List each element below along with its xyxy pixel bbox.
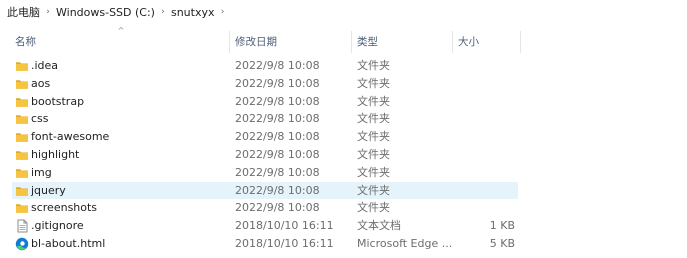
breadcrumb: 此电脑 › Windows-SSD (C:) › snutxyx › <box>0 0 687 24</box>
file-name: bl-about.html <box>31 236 106 250</box>
file-size <box>447 199 515 217</box>
file-modified-date: 2022/9/8 10:08 <box>235 165 320 179</box>
edge-html-icon <box>15 237 29 251</box>
file-size <box>447 57 515 75</box>
file-row[interactable]: screenshots 2022/9/8 10:08 文件夹 <box>0 199 687 217</box>
file-size <box>447 182 515 200</box>
file-row[interactable]: highlight 2022/9/8 10:08 文件夹 <box>0 146 687 164</box>
file-modified-date: 2022/9/8 10:08 <box>235 183 320 197</box>
folder-icon <box>15 201 29 215</box>
file-list: .idea 2022/9/8 10:08 文件夹 aos 2022/9/8 10:08 文… <box>0 57 687 253</box>
file-name: aos <box>31 76 51 90</box>
file-name: .gitignore <box>31 219 84 233</box>
text-file-icon <box>15 219 29 233</box>
file-type: 文件夹 <box>357 183 390 197</box>
folder-icon <box>15 112 29 126</box>
column-header-name[interactable]: 名称 <box>9 28 229 56</box>
file-modified-date: 2022/9/8 10:08 <box>235 147 320 161</box>
file-size <box>447 110 515 128</box>
file-modified-date: 2018/10/10 16:11 <box>235 219 334 233</box>
file-type: 文件夹 <box>357 94 390 108</box>
file-size: 1 KB <box>489 219 515 233</box>
file-modified-date: 2022/9/8 10:08 <box>235 130 320 144</box>
file-row[interactable]: aos 2022/9/8 10:08 文件夹 <box>0 75 687 93</box>
file-row[interactable]: bl-about.html 2018/10/10 16:11 Microsoft E… <box>0 235 687 253</box>
column-header-type[interactable]: 类型 <box>351 28 452 56</box>
file-row[interactable]: font-awesome 2022/9/8 10:08 文件夹 <box>0 128 687 146</box>
file-type: Microsoft Edge ... <box>357 236 453 250</box>
file-type: 文件夹 <box>357 130 390 144</box>
folder-icon <box>15 77 29 91</box>
file-row[interactable]: .gitignore 2018/10/10 16:11 文本文档 1 KB <box>0 217 687 235</box>
folder-icon <box>15 130 29 144</box>
file-row[interactable]: css 2022/9/8 10:08 文件夹 <box>0 110 687 128</box>
file-type: 文件夹 <box>357 76 390 90</box>
breadcrumb-this-pc[interactable]: 此电脑 <box>5 4 42 20</box>
file-modified-date: 2018/10/10 16:11 <box>235 236 334 250</box>
file-type: 文件夹 <box>357 147 390 161</box>
file-row[interactable]: img 2022/9/8 10:08 文件夹 <box>0 164 687 182</box>
file-size: 5 KB <box>489 236 515 250</box>
column-header-bar: ^ 名称 修改日期 类型 大小 <box>0 26 687 56</box>
file-name: bootstrap <box>31 94 85 108</box>
file-size <box>447 93 515 111</box>
file-modified-date: 2022/9/8 10:08 <box>235 59 320 72</box>
file-row[interactable]: .idea 2022/9/8 10:08 文件夹 <box>0 57 687 75</box>
file-name: css <box>31 112 49 126</box>
file-modified-date: 2022/9/8 10:08 <box>235 201 320 215</box>
folder-icon <box>15 184 29 198</box>
folder-icon <box>15 166 29 180</box>
file-row[interactable]: bootstrap 2022/9/8 10:08 文件夹 <box>0 93 687 111</box>
breadcrumb-folder[interactable]: snutxyx <box>169 6 217 19</box>
file-name: img <box>31 165 52 179</box>
folder-icon <box>15 59 29 73</box>
chevron-right-icon[interactable]: › <box>157 7 169 17</box>
chevron-right-icon[interactable]: › <box>42 7 54 17</box>
folder-icon <box>15 95 29 109</box>
file-name: screenshots <box>31 201 98 215</box>
chevron-right-icon[interactable]: › <box>217 7 229 17</box>
file-size <box>447 164 515 182</box>
file-type: 文件夹 <box>357 112 390 126</box>
column-header-modified[interactable]: 修改日期 <box>229 28 351 56</box>
file-name: font-awesome <box>31 130 110 144</box>
file-type: 文件夹 <box>357 201 390 215</box>
folder-icon <box>15 148 29 162</box>
file-name: jquery <box>31 183 66 197</box>
file-type: 文本文档 <box>357 219 401 233</box>
file-type: 文件夹 <box>357 59 390 72</box>
file-type: 文件夹 <box>357 165 390 179</box>
breadcrumb-drive[interactable]: Windows-SSD (C:) <box>54 6 157 19</box>
column-header-size[interactable]: 大小 <box>452 28 520 56</box>
file-size <box>447 128 515 146</box>
file-size <box>447 75 515 93</box>
file-name: highlight <box>31 147 80 161</box>
file-modified-date: 2022/9/8 10:08 <box>235 94 320 108</box>
file-name: .idea <box>31 59 59 72</box>
file-size <box>447 146 515 164</box>
file-modified-date: 2022/9/8 10:08 <box>235 76 320 90</box>
file-modified-date: 2022/9/8 10:08 <box>235 112 320 126</box>
column-divider[interactable] <box>520 31 521 53</box>
file-row[interactable]: jquery 2022/9/8 10:08 文件夹 <box>0 181 687 200</box>
